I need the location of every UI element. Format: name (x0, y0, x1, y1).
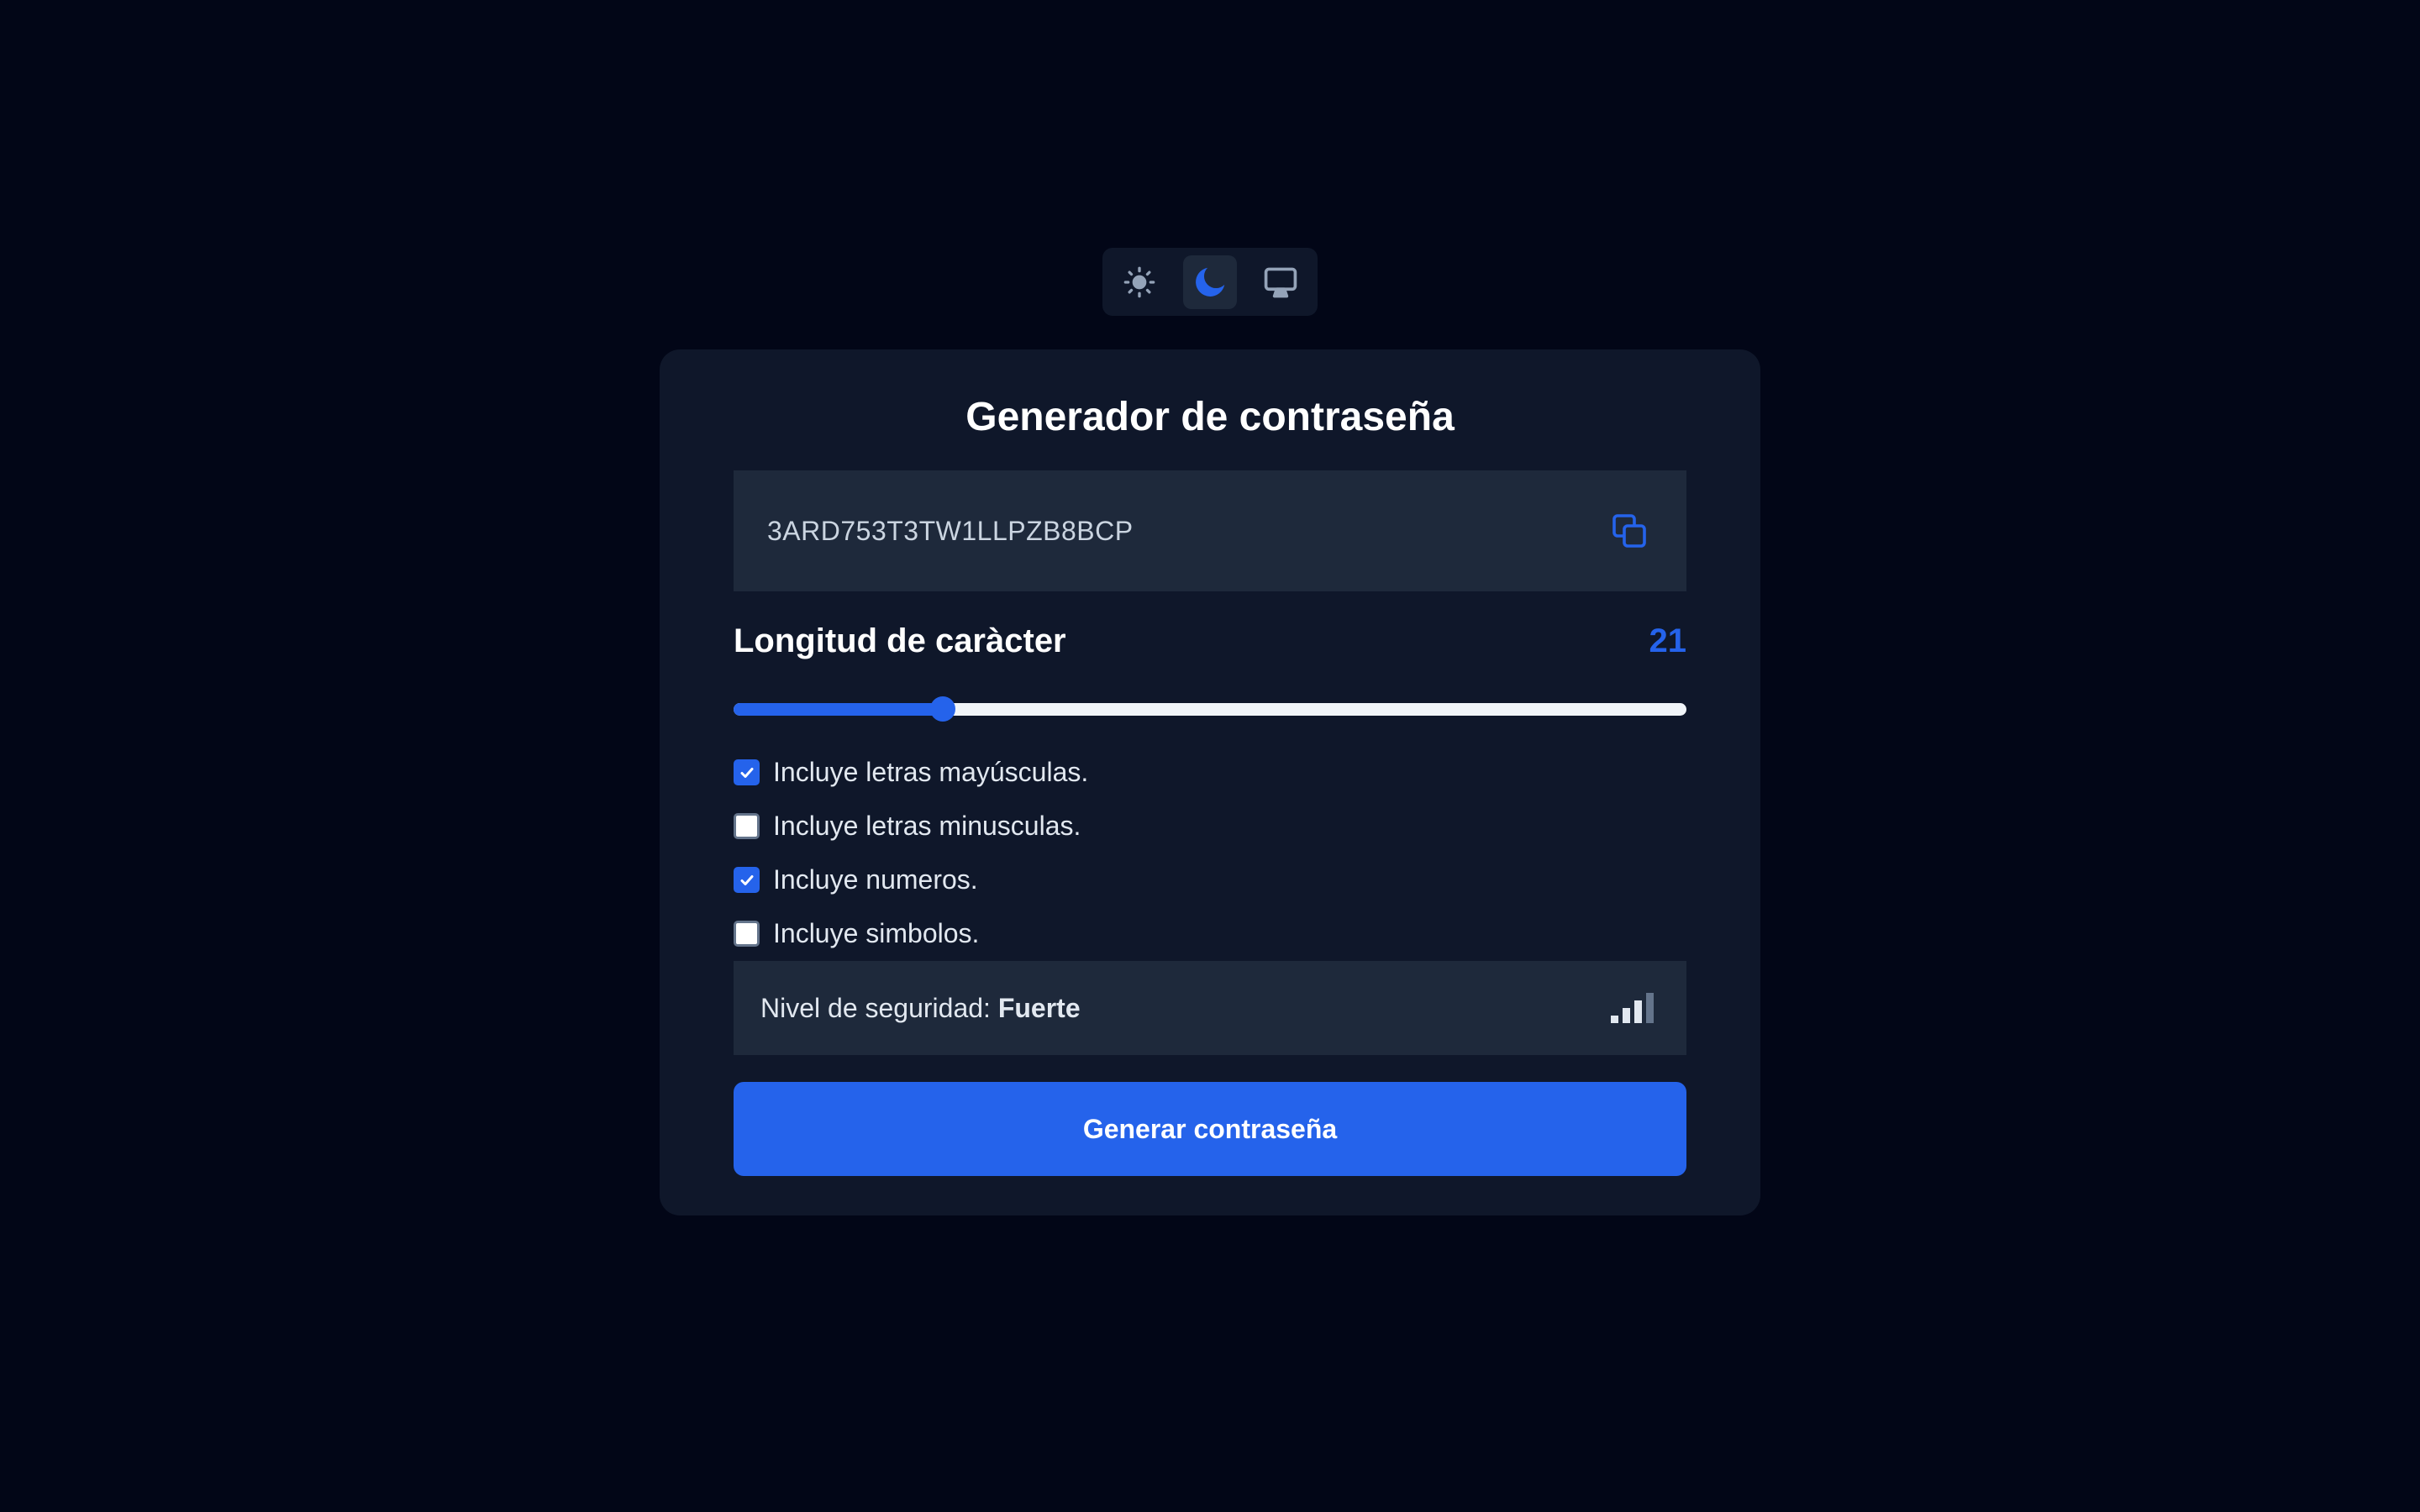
moon-icon (1196, 267, 1225, 297)
light-theme-button[interactable] (1113, 255, 1166, 309)
signal-bar (1611, 1016, 1618, 1023)
security-level: Nivel de seguridad: Fuerte (734, 961, 1686, 1055)
slider-track[interactable] (734, 703, 1686, 716)
length-row: Longitud de caràcter 21 (734, 622, 1686, 660)
copy-button[interactable] (1606, 507, 1653, 554)
slider-fill (734, 703, 944, 716)
option-symbols[interactable]: Incluye simbolos. (734, 918, 979, 949)
system-theme-button[interactable] (1254, 255, 1307, 309)
theme-switcher (1102, 248, 1318, 316)
signal-bar (1623, 1008, 1630, 1023)
length-slider[interactable] (734, 690, 1686, 727)
sun-icon (1123, 266, 1155, 297)
lowercase-checkbox[interactable] (734, 813, 760, 839)
generate-password-button[interactable]: Generar contraseña (734, 1082, 1686, 1176)
check-icon (740, 874, 753, 885)
option-label: Incluye numeros. (773, 864, 978, 895)
security-label: Nivel de seguridad: (760, 992, 991, 1023)
signal-bar (1646, 993, 1654, 1023)
length-value: 21 (1649, 622, 1687, 659)
option-lowercase[interactable]: Incluye letras minusculas. (734, 811, 1081, 842)
option-uppercase[interactable]: Incluye letras mayúsculas. (734, 757, 1088, 788)
security-value: Fuerte (997, 992, 1081, 1023)
monitor-icon (1264, 267, 1297, 297)
uppercase-checkbox[interactable] (734, 759, 760, 785)
symbols-checkbox[interactable] (734, 921, 760, 947)
check-icon (740, 767, 753, 778)
slider-thumb[interactable] (930, 696, 956, 722)
signal-bar (1634, 1000, 1642, 1023)
length-label: Longitud de caràcter (734, 622, 1066, 659)
numbers-checkbox[interactable] (734, 867, 760, 893)
copy-icon (1612, 514, 1646, 548)
signal-strength-icon (1611, 993, 1654, 1023)
generated-password: 3ARD753T3TW1LLPZB8BCP (767, 515, 1134, 546)
security-text: Nivel de seguridad: Fuerte (760, 993, 1081, 1024)
password-generator-card: Generador de contraseña 3ARD753T3TW1LLPZ… (660, 349, 1760, 1215)
option-numbers[interactable]: Incluye numeros. (734, 864, 978, 895)
page-title: Generador de contraseña (965, 395, 1455, 439)
option-label: Incluye letras minusculas. (773, 811, 1081, 841)
option-label: Incluye simbolos. (773, 918, 980, 948)
password-display: 3ARD753T3TW1LLPZB8BCP (734, 470, 1686, 591)
option-label: Incluye letras mayúsculas. (773, 757, 1089, 787)
dark-theme-button[interactable] (1183, 255, 1237, 309)
